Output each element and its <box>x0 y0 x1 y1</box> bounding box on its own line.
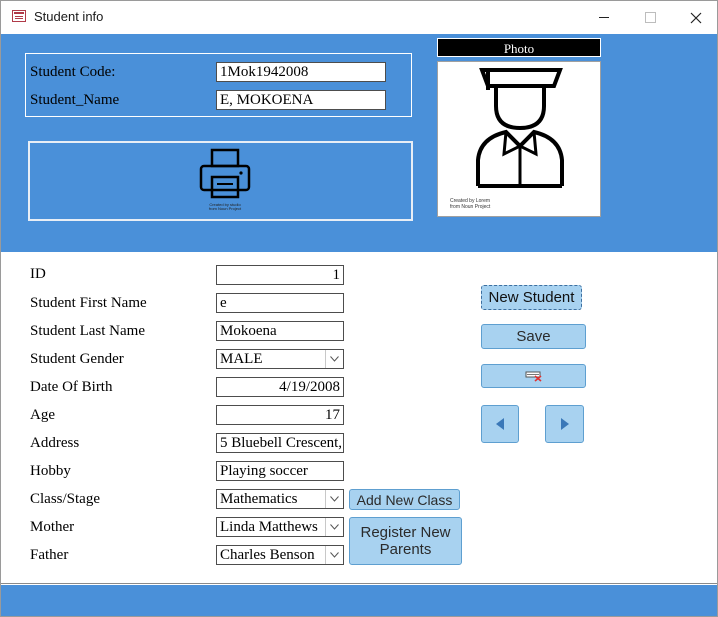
age-label: Age <box>30 407 55 423</box>
chevron-down-icon <box>330 552 339 558</box>
register-new-parents-line1: Register New <box>360 524 451 541</box>
age-field[interactable]: 17 <box>216 405 344 425</box>
chevron-down-icon <box>330 356 339 362</box>
delete-record-icon <box>525 371 542 382</box>
dob-field[interactable]: 4/19/2008 <box>216 377 344 397</box>
print-credit-line2: from Noun Project <box>208 206 242 211</box>
mother-dropdown-button[interactable] <box>325 518 343 536</box>
mother-value: Linda Matthews <box>220 519 318 535</box>
form-icon <box>12 10 26 22</box>
printer-icon <box>199 148 251 199</box>
gender-label: Student Gender <box>30 351 124 367</box>
minimize-icon <box>599 17 609 18</box>
triangle-right-icon <box>560 418 569 430</box>
class-stage-label: Class/Stage <box>30 491 100 507</box>
photo-credit-line2: from Noun Project <box>450 204 491 210</box>
student-code-label: Student Code: <box>30 64 116 80</box>
header-band: Student Code: 1Mok1942008 Student_Name E… <box>1 34 717 252</box>
first-name-label: Student First Name <box>30 295 147 311</box>
hobby-field[interactable]: Playing soccer <box>216 461 344 481</box>
close-icon <box>690 12 702 23</box>
address-field[interactable]: 5 Bluebell Crescent, Sandton, Johannesbu… <box>216 433 344 453</box>
print-area: Created by studio from Noun Project <box>28 141 413 221</box>
mother-label: Mother <box>30 519 75 535</box>
register-new-parents-line2: Parents <box>379 541 432 558</box>
id-field[interactable]: 1 <box>216 265 344 285</box>
student-info-window: Student info Student Code: 1Mok1942008 S… <box>0 0 718 617</box>
last-name-label: Student Last Name <box>30 323 145 339</box>
class-stage-value: Mathematics <box>220 491 298 507</box>
next-record-button[interactable] <box>545 405 584 443</box>
student-name-field[interactable]: E, MOKOENA <box>216 90 386 110</box>
title-bar: Student info <box>1 1 717 34</box>
last-name-field[interactable]: Mokoena <box>216 321 344 341</box>
photo-label: Photo <box>437 38 601 57</box>
dob-label: Date Of Birth <box>30 379 113 395</box>
footer-band <box>1 585 717 616</box>
maximize-icon <box>644 12 656 23</box>
photo-credit: Created by Lorem from Noun Project <box>450 198 490 210</box>
mother-combo[interactable]: Linda Matthews <box>216 517 344 537</box>
graduate-icon <box>476 68 564 188</box>
class-stage-dropdown-button[interactable] <box>325 490 343 508</box>
window-title: Student info <box>34 9 104 24</box>
delete-button[interactable] <box>481 364 586 388</box>
father-dropdown-button[interactable] <box>325 546 343 564</box>
father-value: Charles Benson <box>220 547 315 563</box>
new-student-button[interactable]: New Student <box>481 285 582 310</box>
footer-divider <box>1 583 717 584</box>
maximize-button[interactable] <box>627 1 673 34</box>
save-button[interactable]: Save <box>481 324 586 349</box>
triangle-left-icon <box>496 418 504 430</box>
minimize-button[interactable] <box>581 1 627 34</box>
hobby-label: Hobby <box>30 463 71 479</box>
student-photo[interactable]: Created by Lorem from Noun Project <box>437 61 601 217</box>
chevron-down-icon <box>330 496 339 502</box>
print-button[interactable]: Created by studio from Noun Project <box>190 147 260 215</box>
gender-dropdown-button[interactable] <box>325 350 343 368</box>
student-code-field[interactable]: 1Mok1942008 <box>216 62 386 82</box>
father-combo[interactable]: Charles Benson <box>216 545 344 565</box>
class-stage-combo[interactable]: Mathematics <box>216 489 344 509</box>
register-new-parents-button[interactable]: Register New Parents <box>349 517 462 565</box>
add-new-class-button[interactable]: Add New Class <box>349 489 460 510</box>
gender-value: MALE <box>220 351 263 367</box>
chevron-down-icon <box>330 524 339 530</box>
student-name-label: Student_Name <box>30 92 120 108</box>
father-label: Father <box>30 547 69 563</box>
first-name-field[interactable]: e <box>216 293 344 313</box>
address-label: Address <box>30 435 80 451</box>
previous-record-button[interactable] <box>481 405 519 443</box>
student-code-box: Student Code: 1Mok1942008 Student_Name E… <box>25 53 412 117</box>
id-label: ID <box>30 266 46 282</box>
gender-combo[interactable]: MALE <box>216 349 344 369</box>
close-button[interactable] <box>673 1 717 34</box>
